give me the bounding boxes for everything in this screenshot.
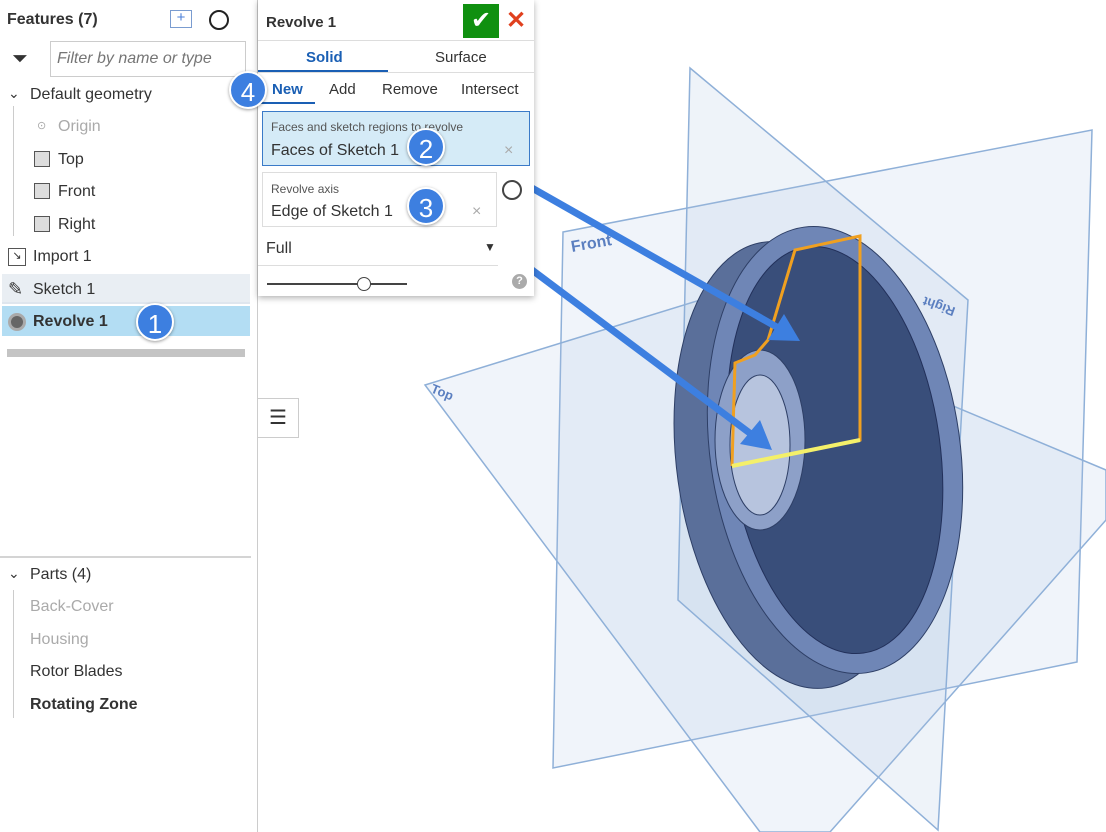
revolve-icon bbox=[8, 313, 26, 331]
op-add[interactable]: Add bbox=[329, 81, 356, 98]
default-geometry-group[interactable]: Default geometry bbox=[30, 86, 152, 104]
slider-track[interactable] bbox=[267, 283, 407, 285]
tab-solid[interactable]: Solid bbox=[306, 49, 343, 66]
panel-divider[interactable] bbox=[0, 556, 251, 558]
slider-thumb[interactable] bbox=[357, 277, 371, 291]
faces-field[interactable]: Faces and sketch regions to revolve Face… bbox=[262, 111, 530, 166]
feature-front[interactable]: Front bbox=[58, 183, 95, 201]
axis-label: Revolve axis bbox=[271, 182, 339, 196]
feature-import-1[interactable]: Import 1 bbox=[33, 248, 92, 266]
feature-panel: Features (7) + ⏷ ⌄ Default geometry ⊙ Or… bbox=[0, 0, 258, 832]
part-housing[interactable]: Housing bbox=[30, 631, 89, 649]
origin-icon: ⊙ bbox=[37, 119, 46, 132]
callout-4: 4 bbox=[229, 71, 267, 109]
rollback-bar[interactable] bbox=[7, 349, 245, 357]
sketch-pencil-icon: ✎ bbox=[8, 279, 23, 300]
add-folder-icon[interactable]: + bbox=[170, 10, 192, 28]
dropdown-arrow-icon[interactable]: ▼ bbox=[484, 240, 496, 254]
callout-2: 2 bbox=[407, 128, 445, 166]
cancel-x-button[interactable]: ✕ bbox=[506, 6, 526, 35]
revolve-type-select[interactable]: Full bbox=[266, 240, 292, 258]
flip-direction-icon[interactable] bbox=[502, 180, 522, 200]
op-intersect[interactable]: Intersect bbox=[461, 81, 519, 98]
clear-icon[interactable]: × bbox=[504, 142, 513, 160]
tab-surface[interactable]: Surface bbox=[435, 49, 487, 66]
feature-list-toggle-icon[interactable]: ☰ bbox=[258, 398, 299, 438]
clear-icon[interactable]: × bbox=[472, 203, 481, 221]
feature-right[interactable]: Right bbox=[58, 216, 95, 234]
feature-origin[interactable]: Origin bbox=[58, 118, 101, 136]
filter-input[interactable] bbox=[50, 41, 246, 77]
plane-icon bbox=[34, 151, 50, 167]
feature-top[interactable]: Top bbox=[58, 151, 84, 169]
confirm-check-button[interactable]: ✔ bbox=[463, 4, 499, 38]
plane-icon bbox=[34, 183, 50, 199]
chevron-down-icon[interactable]: ⌄ bbox=[8, 85, 20, 102]
part-rotating-zone[interactable]: Rotating Zone bbox=[30, 696, 138, 714]
callout-1: 1 bbox=[136, 303, 174, 341]
rollback-timer-icon[interactable] bbox=[209, 10, 229, 30]
feature-revolve-1[interactable]: Revolve 1 bbox=[33, 313, 108, 331]
filter-icon: ⏷ bbox=[12, 48, 28, 71]
op-new[interactable]: New bbox=[272, 81, 303, 98]
part-back-cover[interactable]: Back-Cover bbox=[30, 598, 114, 616]
part-rotor-blades[interactable]: Rotor Blades bbox=[30, 663, 123, 681]
faces-value: Faces of Sketch 1 bbox=[271, 142, 399, 160]
features-title: Features (7) bbox=[7, 11, 98, 29]
op-remove[interactable]: Remove bbox=[382, 81, 438, 98]
parts-group[interactable]: Parts (4) bbox=[30, 566, 91, 584]
dialog-title: Revolve 1 bbox=[266, 14, 336, 31]
plane-icon bbox=[34, 216, 50, 232]
feature-sketch-1[interactable]: Sketch 1 bbox=[33, 281, 95, 299]
axis-field[interactable]: Revolve axis Edge of Sketch 1 × bbox=[262, 172, 497, 227]
callout-3: 3 bbox=[407, 187, 445, 225]
chevron-down-icon[interactable]: ⌄ bbox=[8, 565, 20, 582]
help-icon[interactable]: ? bbox=[512, 274, 527, 289]
import-icon: ↘ bbox=[8, 248, 26, 266]
revolve-dialog: Revolve 1 ✔ ✕ Solid Surface New Add Remo… bbox=[258, 0, 534, 296]
axis-value: Edge of Sketch 1 bbox=[271, 203, 393, 221]
